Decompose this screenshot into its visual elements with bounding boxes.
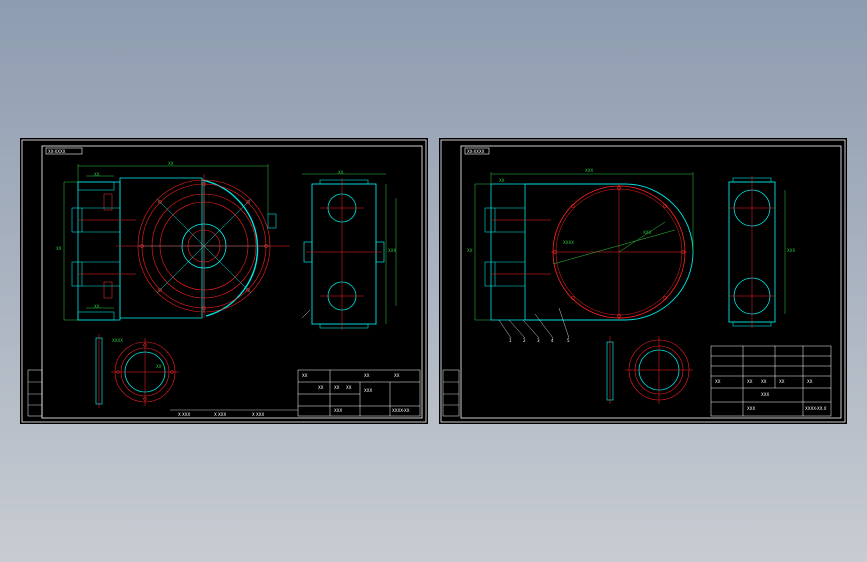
title-cell-0: XX <box>302 373 308 378</box>
part-name-left: XXX <box>364 388 373 393</box>
dimension-side-1: XX <box>338 170 344 175</box>
leader-lines <box>498 307 570 339</box>
front-view-wheel <box>116 174 290 318</box>
dimension-left-r1: XX <box>499 178 505 183</box>
dimension-left-1: XX <box>94 172 100 177</box>
header-tag-right: XX-XXXX <box>467 149 485 154</box>
bottom-note-0: X XXX <box>178 412 191 417</box>
scale-right: XXX <box>747 406 756 411</box>
title-cell-4: XX <box>364 373 370 378</box>
dimension-left-0: XX <box>56 246 62 251</box>
revision-strip <box>442 369 460 417</box>
dimension-top-left: XX <box>168 161 174 166</box>
bottom-note-2: X XXX <box>252 412 265 417</box>
dimension-side-r0: XXX <box>787 248 796 253</box>
part-name-right: XXX <box>761 392 770 397</box>
dimension-lines-right <box>474 172 786 321</box>
section-view-right <box>301 178 385 330</box>
title-cell-3: XX <box>346 385 352 390</box>
scale-left: XXX <box>334 408 343 413</box>
drawing-left-canvas <box>21 139 427 423</box>
inner-frame <box>460 145 842 419</box>
dimension-side-0: XXX <box>388 248 397 253</box>
drawing-number-left: XXXX-XX <box>392 408 410 413</box>
drawing-sheet-right[interactable]: XX-XXXX XXX XX XX XXXX XXX XXX 1 2 3 4 5… <box>439 138 847 424</box>
title-cell-r3: XX <box>779 379 785 384</box>
section-view-right <box>728 176 776 328</box>
title-cell-r1: XX <box>747 379 753 384</box>
bottom-note-1: X XXX <box>214 412 227 417</box>
revision-strip <box>27 369 43 417</box>
title-cell-r0: XX <box>715 379 721 384</box>
title-cell-5: XX <box>394 373 400 378</box>
dimension-top-right: XXX <box>585 168 594 173</box>
title-cell-r2: XX <box>761 379 767 384</box>
dimension-left-2: XX <box>94 304 100 309</box>
dimension-flange-1: XX <box>156 364 162 369</box>
leader-2: 2 <box>523 338 526 343</box>
dimension-radius-1: XXX <box>643 230 652 235</box>
drawing-number-right: XXXX-XX.X <box>805 406 827 411</box>
title-cell-r4: XX <box>807 379 813 384</box>
front-view-wheel <box>551 184 687 320</box>
leader-5: 5 <box>567 338 570 343</box>
dimension-radius-0: XXXX <box>563 240 574 245</box>
drawing-sheet-left[interactable]: XX-XXXX XX XX XX XX XXX XX XXXX XX XXX X… <box>20 138 428 424</box>
flange-detail <box>606 336 693 404</box>
leader-4: 4 <box>551 338 554 343</box>
title-cell-2: XX <box>334 385 340 390</box>
flange-detail <box>95 334 179 408</box>
dimension-flange-0: XXXX <box>112 338 123 343</box>
leader-3: 3 <box>537 338 540 343</box>
leader-1: 1 <box>509 338 512 343</box>
title-cell-1: XX <box>318 385 324 390</box>
dimension-left-r0: XX <box>467 248 473 253</box>
header-tag-left: XX-XXXX <box>48 149 66 154</box>
